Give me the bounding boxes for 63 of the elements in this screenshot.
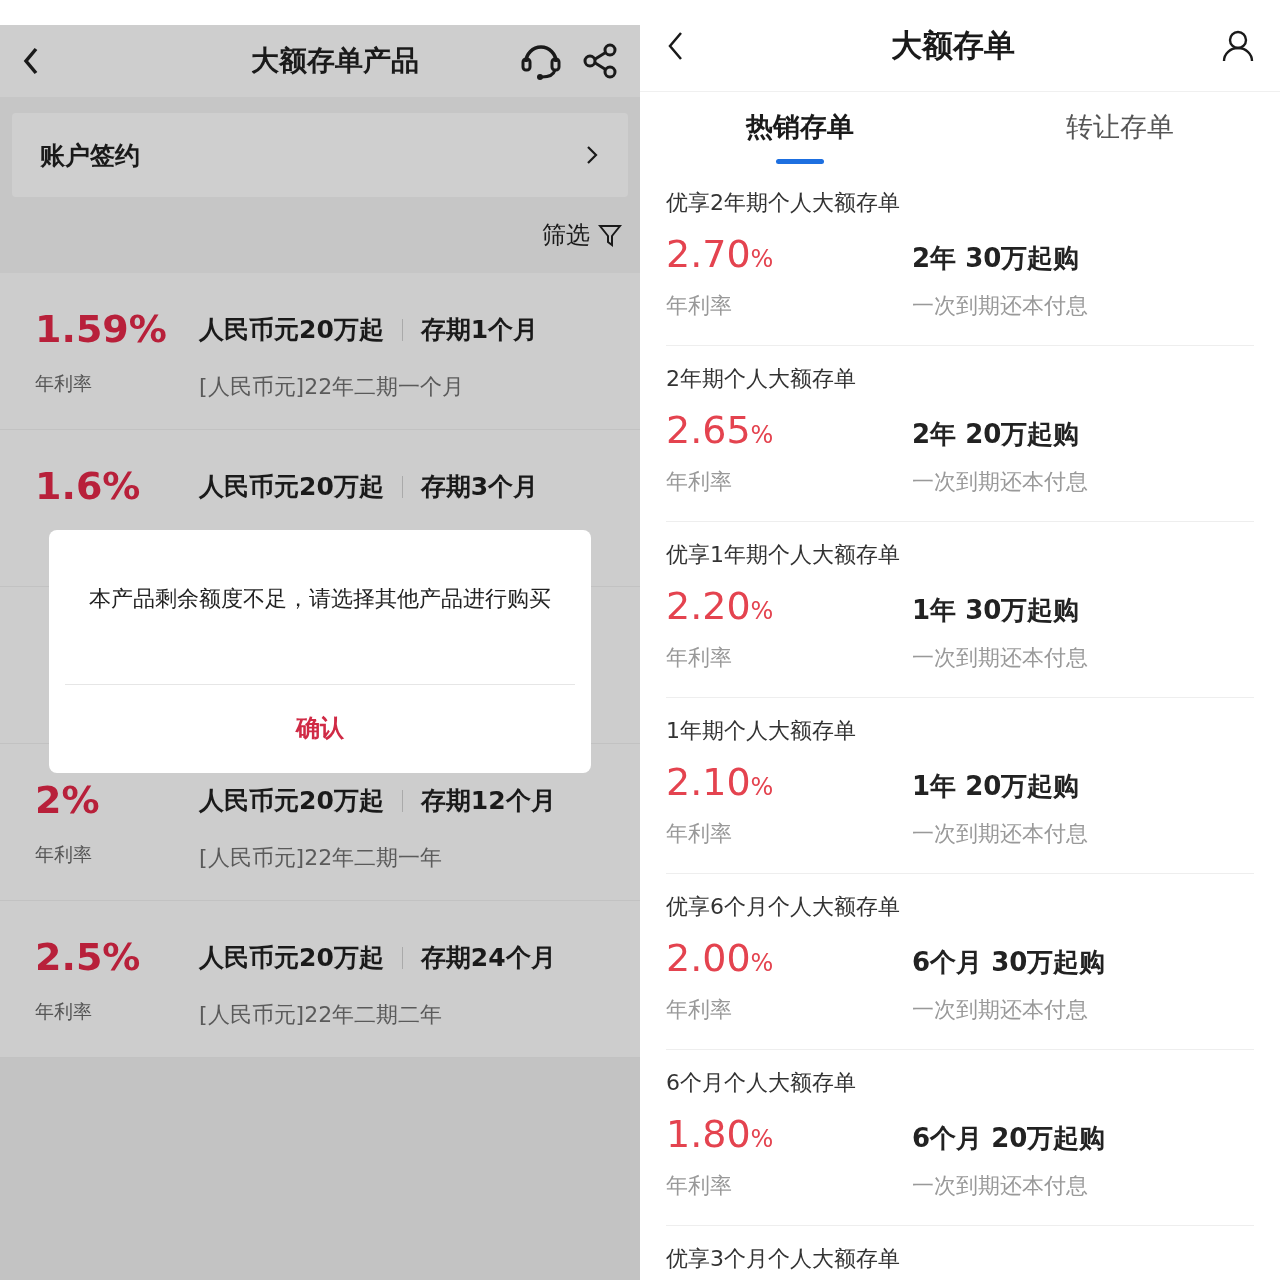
deposit-term: 存期24个月 bbox=[420, 942, 556, 974]
interest-rate: 2.20% bbox=[666, 584, 775, 630]
product-title[interactable]: 优享1年期个人大额存单 bbox=[666, 542, 900, 567]
headset-icon[interactable] bbox=[520, 42, 562, 80]
interest-rate: 1.80% bbox=[666, 1112, 775, 1158]
product-name: [人民币元]22年二期二年 bbox=[199, 1001, 443, 1029]
payment-method: 一次到期还本付息 bbox=[912, 644, 1089, 672]
deposit-term: 存期1个月 bbox=[420, 314, 539, 346]
product-name: [人民币元]22年二期一个月 bbox=[199, 373, 465, 401]
chevron-right-icon bbox=[586, 145, 598, 165]
minimum-amount: 人民币元20万起 bbox=[199, 785, 384, 817]
purchase-terms: 2年 20万起购 bbox=[912, 418, 1081, 451]
rate-label: 年利率 bbox=[35, 371, 92, 396]
interest-rate: 2.10% bbox=[666, 760, 775, 806]
tab[interactable]: 转让存单 bbox=[960, 92, 1280, 170]
dialog-message: 本产品剩余额度不足，请选择其他产品进行购买 bbox=[89, 585, 552, 613]
page-title: 大额存单 bbox=[891, 25, 1015, 65]
purchase-terms: 6个月 20万起购 bbox=[912, 1122, 1107, 1155]
filter-button[interactable]: 筛选 bbox=[12, 219, 628, 251]
deposit-term: 存期12个月 bbox=[420, 785, 556, 817]
payment-method: 一次到期还本付息 bbox=[912, 996, 1089, 1024]
share-icon[interactable] bbox=[582, 43, 618, 79]
interest-rate: 2.70% bbox=[666, 232, 775, 278]
interest-rate: 2.65% bbox=[666, 408, 775, 454]
back-icon[interactable] bbox=[22, 46, 40, 76]
minimum-amount: 人民币元20万起 bbox=[199, 471, 384, 503]
purchase-terms: 6个月 30万起购 bbox=[912, 946, 1107, 979]
purchase-terms: 1年 20万起购 bbox=[912, 770, 1081, 803]
back-icon[interactable] bbox=[666, 30, 684, 61]
product-title[interactable]: 1年期个人大额存单 bbox=[666, 718, 856, 743]
interest-rate: 2.00% bbox=[666, 936, 775, 982]
filter-icon bbox=[598, 223, 622, 247]
page-title: 大额存单产品 bbox=[250, 43, 420, 79]
payment-method: 一次到期还本付息 bbox=[912, 820, 1089, 848]
minimum-amount: 人民币元20万起 bbox=[199, 942, 384, 974]
payment-method: 一次到期还本付息 bbox=[912, 292, 1089, 320]
account-row[interactable]: 账户签约 bbox=[12, 113, 628, 197]
tab[interactable]: 热销存单 bbox=[640, 92, 960, 170]
deposit-term: 存期3个月 bbox=[420, 471, 539, 503]
interest-rate: 1.59% bbox=[35, 307, 167, 351]
rate-label: 年利率 bbox=[666, 996, 733, 1024]
product-title[interactable]: 6个月个人大额存单 bbox=[666, 1070, 856, 1095]
minimum-amount: 人民币元20万起 bbox=[199, 314, 384, 346]
rate-label: 年利率 bbox=[35, 842, 92, 867]
interest-rate: 2.5% bbox=[35, 935, 141, 979]
product-title[interactable]: 优享3个月个人大额存单 bbox=[666, 1246, 900, 1271]
rate-label: 年利率 bbox=[666, 292, 733, 320]
payment-method: 一次到期还本付息 bbox=[912, 1172, 1089, 1200]
rate-label: 年利率 bbox=[35, 999, 92, 1024]
product-title[interactable]: 优享6个月个人大额存单 bbox=[666, 894, 900, 919]
rate-label: 年利率 bbox=[666, 1172, 733, 1200]
purchase-terms: 2年 30万起购 bbox=[912, 242, 1081, 275]
user-icon[interactable] bbox=[1222, 29, 1254, 62]
interest-rate: 2% bbox=[35, 778, 100, 822]
product-title[interactable]: 优享2年期个人大额存单 bbox=[666, 190, 900, 215]
rate-label: 年利率 bbox=[666, 468, 733, 496]
rate-label: 年利率 bbox=[666, 820, 733, 848]
payment-method: 一次到期还本付息 bbox=[912, 468, 1089, 496]
purchase-terms: 1年 30万起购 bbox=[912, 594, 1081, 627]
product-title[interactable]: 2年期个人大额存单 bbox=[666, 366, 856, 391]
product-name: [人民币元]22年二期一年 bbox=[199, 844, 443, 872]
interest-rate: 1.6% bbox=[35, 464, 141, 508]
rate-label: 年利率 bbox=[666, 644, 733, 672]
